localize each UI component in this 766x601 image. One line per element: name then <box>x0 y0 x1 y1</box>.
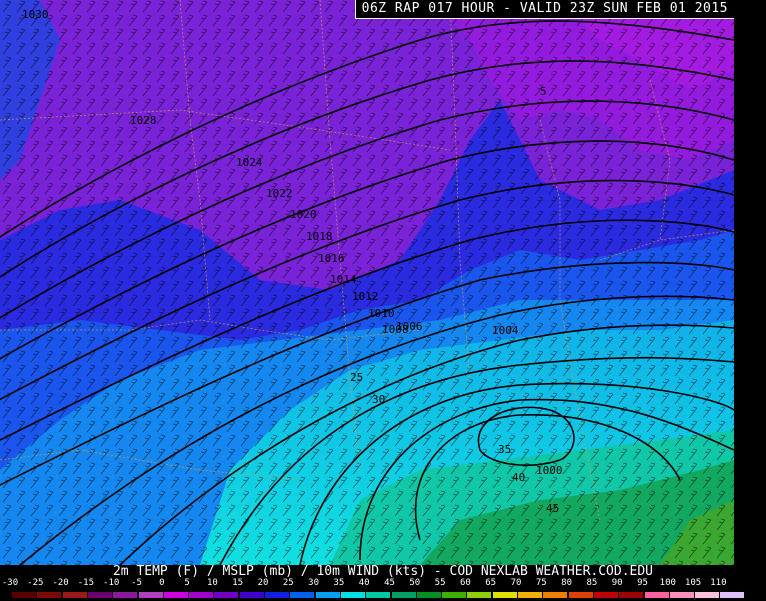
scale-swatch <box>366 592 391 598</box>
weather-map: 1030 1028 1024 1022 1020 1018 1016 1014 … <box>0 0 734 565</box>
isobar-label: 1010 <box>368 307 395 320</box>
isobar-label: 1000 <box>536 464 563 477</box>
scale-label: 40 <box>358 578 370 588</box>
scale-label: -15 <box>77 578 95 588</box>
right-margin <box>734 0 766 565</box>
scale-label: 0 <box>159 578 165 588</box>
scale-label: 20 <box>257 578 269 588</box>
scale-label: 110 <box>710 578 727 588</box>
scale-label: 55 <box>434 578 446 588</box>
scale-swatch <box>290 592 315 598</box>
scale-swatch <box>720 592 745 598</box>
scale-swatch <box>568 592 593 598</box>
isobar-label: 1016 <box>318 252 345 265</box>
scale-swatch <box>87 592 112 598</box>
scale-swatch <box>593 592 618 598</box>
scale-swatch <box>37 592 62 598</box>
scale-label: 45 <box>384 578 395 588</box>
temp-label: 45 <box>546 502 559 515</box>
scale-swatch <box>239 592 264 598</box>
scale-label: 25 <box>282 578 294 588</box>
scale-label: 85 <box>586 578 598 588</box>
isobar-label: 1022 <box>266 187 293 200</box>
scale-swatch <box>442 592 467 598</box>
temp-label: 40 <box>512 471 525 484</box>
scale-swatch <box>695 592 720 598</box>
scale-swatch <box>214 592 239 598</box>
isobar-label: 1030 <box>22 8 49 21</box>
scale-label: 105 <box>684 578 702 588</box>
scale-swatch <box>315 592 340 598</box>
scale-label: 15 <box>232 578 244 588</box>
scale-swatch <box>265 592 289 598</box>
scale-label: 60 <box>459 578 471 588</box>
map-title: 06Z RAP 017 HOUR - VALID 23Z SUN FEB 01 … <box>354 0 734 19</box>
isobar-label: 1018 <box>306 230 333 243</box>
scale-label: 90 <box>611 578 623 588</box>
scale-swatch <box>138 592 163 598</box>
temp-label: 5 <box>540 85 547 98</box>
isobar-label: 1012 <box>352 290 379 303</box>
map-footer: 2m TEMP (F) / MSLP (mb) / 10m WIND (kts)… <box>0 565 766 601</box>
scale-label: 75 <box>535 578 547 588</box>
color-scale-bar <box>0 592 766 600</box>
isobar-label: 1028 <box>130 114 157 127</box>
scale-swatch <box>189 592 214 598</box>
scale-swatch <box>543 592 568 598</box>
scale-swatch <box>62 592 87 598</box>
scale-label: -30 <box>1 578 19 588</box>
temp-label: 35 <box>498 443 511 456</box>
scale-swatch <box>416 592 441 598</box>
scale-label: 70 <box>510 578 522 588</box>
isobar-label: 1006 <box>396 320 423 333</box>
temp-label: 25 <box>350 371 363 384</box>
scale-label: 30 <box>308 578 320 588</box>
scale-label: -25 <box>27 578 44 588</box>
scale-label: 35 <box>333 578 345 588</box>
color-scale-labels: -30 -25 -20 -15 -10 -5 0 5 10 15 20 25 30 35 40 45 50 55 6… <box>0 578 766 590</box>
scale-label: -5 <box>131 578 142 588</box>
scale-swatch <box>113 592 138 598</box>
scale-label: 100 <box>659 578 676 588</box>
scale-swatch <box>644 592 669 598</box>
scale-swatch <box>492 592 517 598</box>
scale-swatch <box>619 592 644 598</box>
temp-label: 30 <box>372 393 385 406</box>
scale-label: 65 <box>485 578 497 588</box>
isobar-label: 1014 <box>330 273 357 286</box>
scale-swatch <box>12 592 36 598</box>
scale-swatch <box>518 592 542 598</box>
wind-barbs <box>0 0 734 565</box>
scale-swatch <box>467 592 492 598</box>
scale-label: 95 <box>637 578 648 588</box>
scale-label: 80 <box>561 578 573 588</box>
isobar-label: 1020 <box>290 208 317 221</box>
scale-swatch <box>340 592 365 598</box>
scale-label: -10 <box>103 578 120 588</box>
isobar-label: 1024 <box>236 156 263 169</box>
scale-label: 50 <box>409 578 421 588</box>
scale-swatch <box>391 592 416 598</box>
isobar-label: 1004 <box>492 324 519 337</box>
scale-label: -20 <box>52 578 69 588</box>
scale-label: 5 <box>184 578 190 588</box>
weather-map-svg: 1030 1028 1024 1022 1020 1018 1016 1014 … <box>0 0 734 565</box>
scale-swatch <box>669 592 694 598</box>
scale-label: 10 <box>206 578 218 588</box>
scale-swatch <box>163 592 188 598</box>
map-caption: 2m TEMP (F) / MSLP (mb) / 10m WIND (kts)… <box>112 564 654 579</box>
